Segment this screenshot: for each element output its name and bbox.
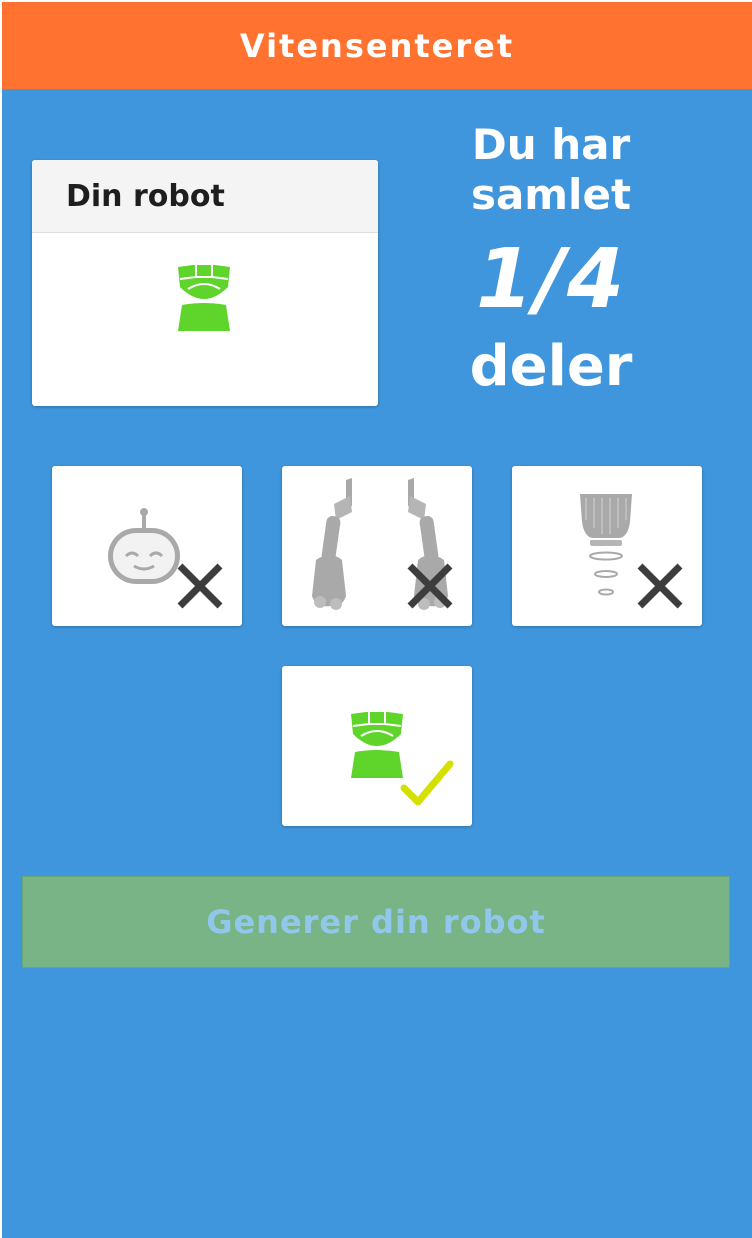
app-screen: Vitensenteret Din robot Du har samlet 1/… (2, 2, 752, 1238)
robot-preview-card: Din robot (32, 160, 378, 406)
robot-card-title: Din robot (66, 178, 225, 214)
robot-card-header: Din robot (32, 160, 378, 233)
header-bar: Vitensenteret (2, 2, 752, 89)
part-card-legs[interactable] (512, 466, 702, 626)
checkmark-icon (400, 760, 454, 806)
progress-text-line2: samlet (470, 170, 632, 219)
progress-summary: Du har samlet 1/4 deler (422, 120, 680, 402)
part-card-head[interactable] (52, 466, 242, 626)
cross-icon (407, 563, 453, 609)
robot-torso-icon (351, 712, 403, 778)
app-title: Vitensenteret (239, 26, 515, 65)
generate-robot-label: Generer din robot (206, 903, 546, 941)
cross-icon (177, 563, 223, 609)
progress-count: 1/4 (475, 232, 627, 327)
part-card-arms[interactable] (282, 466, 472, 626)
robot-torso-icon (178, 265, 230, 331)
progress-text-line1: Du har (471, 120, 631, 169)
generate-robot-button[interactable]: Generer din robot (22, 876, 730, 968)
cross-icon (637, 563, 683, 609)
progress-suffix: deler (469, 334, 633, 399)
part-card-torso[interactable] (282, 666, 472, 826)
robot-legs-icon (580, 494, 632, 596)
robot-preview-area (32, 233, 378, 405)
